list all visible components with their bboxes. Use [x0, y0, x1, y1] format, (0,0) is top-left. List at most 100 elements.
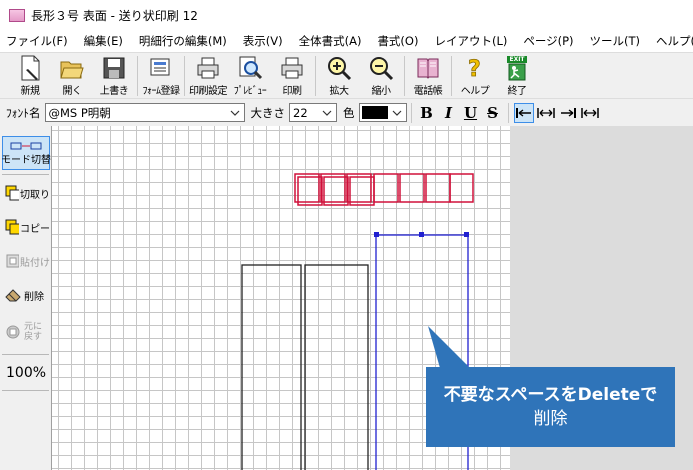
align-right-button[interactable] — [558, 103, 578, 123]
zoom-out-button[interactable]: 縮小 — [360, 53, 402, 97]
svg-text:?: ? — [468, 57, 481, 81]
toolbar-separator — [137, 56, 138, 96]
toolbar-separator — [404, 56, 405, 96]
strikethrough-button[interactable]: S — [483, 103, 503, 123]
menu-global-format[interactable]: 全体書式(A) — [291, 33, 370, 49]
italic-button[interactable]: I — [439, 103, 459, 123]
exit-button[interactable]: EXIT 終了 — [496, 53, 538, 97]
paste-label: 貼付け — [20, 257, 50, 269]
print-label: 印刷 — [282, 86, 303, 97]
align-center-button[interactable] — [536, 103, 556, 123]
menu-edit[interactable]: 編集(E) — [76, 33, 131, 49]
justify-icon — [580, 107, 599, 118]
print-button[interactable]: 印刷 — [271, 53, 313, 97]
menu-help[interactable]: ヘルプ(H) — [648, 33, 693, 49]
toolbar-separator — [184, 56, 185, 96]
undo-button[interactable]: 元に 戻す — [2, 316, 50, 348]
toolbar-separator — [451, 56, 452, 96]
sidebar-separator — [2, 390, 49, 391]
undo-label-line2: 戻す — [24, 332, 43, 342]
exit-door-icon: EXIT — [504, 55, 530, 81]
phonebook-button[interactable]: 電話帳 — [407, 53, 449, 97]
menu-detail-edit[interactable]: 明細行の編集(M) — [131, 33, 235, 49]
preview-button[interactable]: ﾌﾟﾚﾋﾞｭｰ — [229, 53, 271, 97]
copy-button[interactable]: コピー — [2, 212, 50, 242]
zoom-level[interactable]: 100% — [2, 358, 54, 388]
zoom-in-button[interactable]: 拡大 — [318, 53, 360, 97]
question-mark-icon: ? — [462, 55, 488, 81]
selected-text-boxes[interactable] — [294, 173, 474, 206]
preview-label: ﾌﾟﾚﾋﾞｭｰ — [233, 86, 267, 97]
font-name-label: ﾌｫﾝﾄ名 — [6, 105, 41, 120]
help-button[interactable]: ? ヘルプ — [454, 53, 496, 97]
callout-line2: 削除 — [533, 409, 568, 429]
cut-icon — [5, 185, 19, 201]
instruction-callout: 不要なスペースをDeleteで 削除 — [426, 367, 675, 447]
menu-page[interactable]: ページ(P) — [515, 33, 581, 49]
new-label: 新規 — [20, 86, 41, 97]
mode-switch-icon — [10, 142, 42, 149]
cut-button[interactable]: 切取り — [2, 178, 50, 208]
overwrite-save-button[interactable]: 上書き — [93, 53, 135, 97]
paste-button[interactable]: 貼付け — [2, 246, 50, 276]
form-register-label: ﾌｫｰﾑ登録 — [142, 86, 181, 97]
mode-switch-label: モード切替 — [1, 154, 51, 166]
color-select[interactable] — [358, 103, 407, 122]
menu-tools[interactable]: ツール(T) — [582, 33, 649, 49]
delete-button[interactable]: 削除 — [2, 280, 50, 310]
menu-format[interactable]: 書式(O) — [369, 33, 426, 49]
new-button[interactable]: 新規 — [9, 53, 51, 97]
eraser-icon — [5, 289, 21, 302]
magnifier-preview-icon — [237, 55, 263, 81]
callout-line1: 不要なスペースをDeleteで — [443, 385, 658, 405]
exit-badge: EXIT — [507, 56, 527, 63]
font-name-select[interactable]: @MS P明朝 — [44, 103, 245, 122]
title-bar: 長形３号 表面 - 送り状印刷 12 — [0, 0, 693, 30]
menu-layout[interactable]: レイアウト(L) — [426, 33, 515, 49]
size-label: 大きさ — [250, 105, 286, 120]
menu-file[interactable]: ファイル(F) — [0, 33, 76, 49]
format-separator — [507, 102, 509, 123]
mode-switch-button[interactable]: モード切替 — [1, 136, 51, 170]
folder-open-icon — [59, 55, 85, 81]
undo-icon — [6, 325, 20, 339]
copy-label: コピー — [20, 223, 50, 235]
sidebar-separator — [2, 354, 49, 355]
align-left-icon — [515, 107, 531, 118]
chevron-down-icon — [320, 105, 334, 120]
main-toolbar: 新規 開く 上書き ﾌｫｰﾑ登録 印刷設定 ﾌﾟﾚﾋﾞｭｰ 印刷 拡大 縮小 電… — [0, 52, 693, 99]
floppy-save-icon — [101, 55, 127, 81]
chevron-down-icon — [390, 105, 404, 120]
zoom-out-label: 縮小 — [371, 86, 392, 97]
font-name-value: @MS P明朝 — [48, 105, 111, 120]
form-register-button[interactable]: ﾌｫｰﾑ登録 — [140, 53, 182, 97]
open-label: 開く — [62, 86, 83, 97]
printer-icon — [279, 55, 305, 81]
underline-button[interactable]: U — [461, 103, 481, 123]
align-left-button[interactable] — [513, 102, 534, 123]
overwrite-label: 上書き — [99, 86, 129, 97]
sidebar-separator — [2, 174, 49, 175]
left-tool-panel: モード切替 切取り コピー 貼付け 削除 元に 戻す 100% — [0, 126, 52, 470]
address-field-box[interactable] — [241, 264, 302, 470]
toolbar-separator — [315, 56, 316, 96]
cut-label: 切取り — [20, 189, 50, 201]
help-label: ヘルプ — [460, 86, 490, 97]
print-settings-button[interactable]: 印刷設定 — [187, 53, 229, 97]
window-title: 長形３号 表面 - 送り状印刷 12 — [31, 8, 198, 23]
chevron-down-icon — [228, 105, 242, 120]
color-swatch — [361, 106, 388, 119]
undo-label: 元に 戻す — [24, 322, 42, 342]
open-button[interactable]: 開く — [51, 53, 93, 97]
bold-button[interactable]: B — [417, 103, 437, 123]
menu-view[interactable]: 表示(V) — [235, 33, 291, 49]
form-register-icon — [148, 55, 174, 81]
color-label: 色 — [343, 105, 355, 120]
address-field-box[interactable] — [304, 264, 369, 470]
font-size-select[interactable]: 22 — [289, 103, 337, 122]
font-size-value: 22 — [293, 105, 308, 120]
undo-label-line1: 元に — [24, 322, 43, 332]
justify-button[interactable] — [580, 103, 600, 123]
app-icon — [9, 8, 25, 22]
new-document-icon — [17, 55, 43, 81]
